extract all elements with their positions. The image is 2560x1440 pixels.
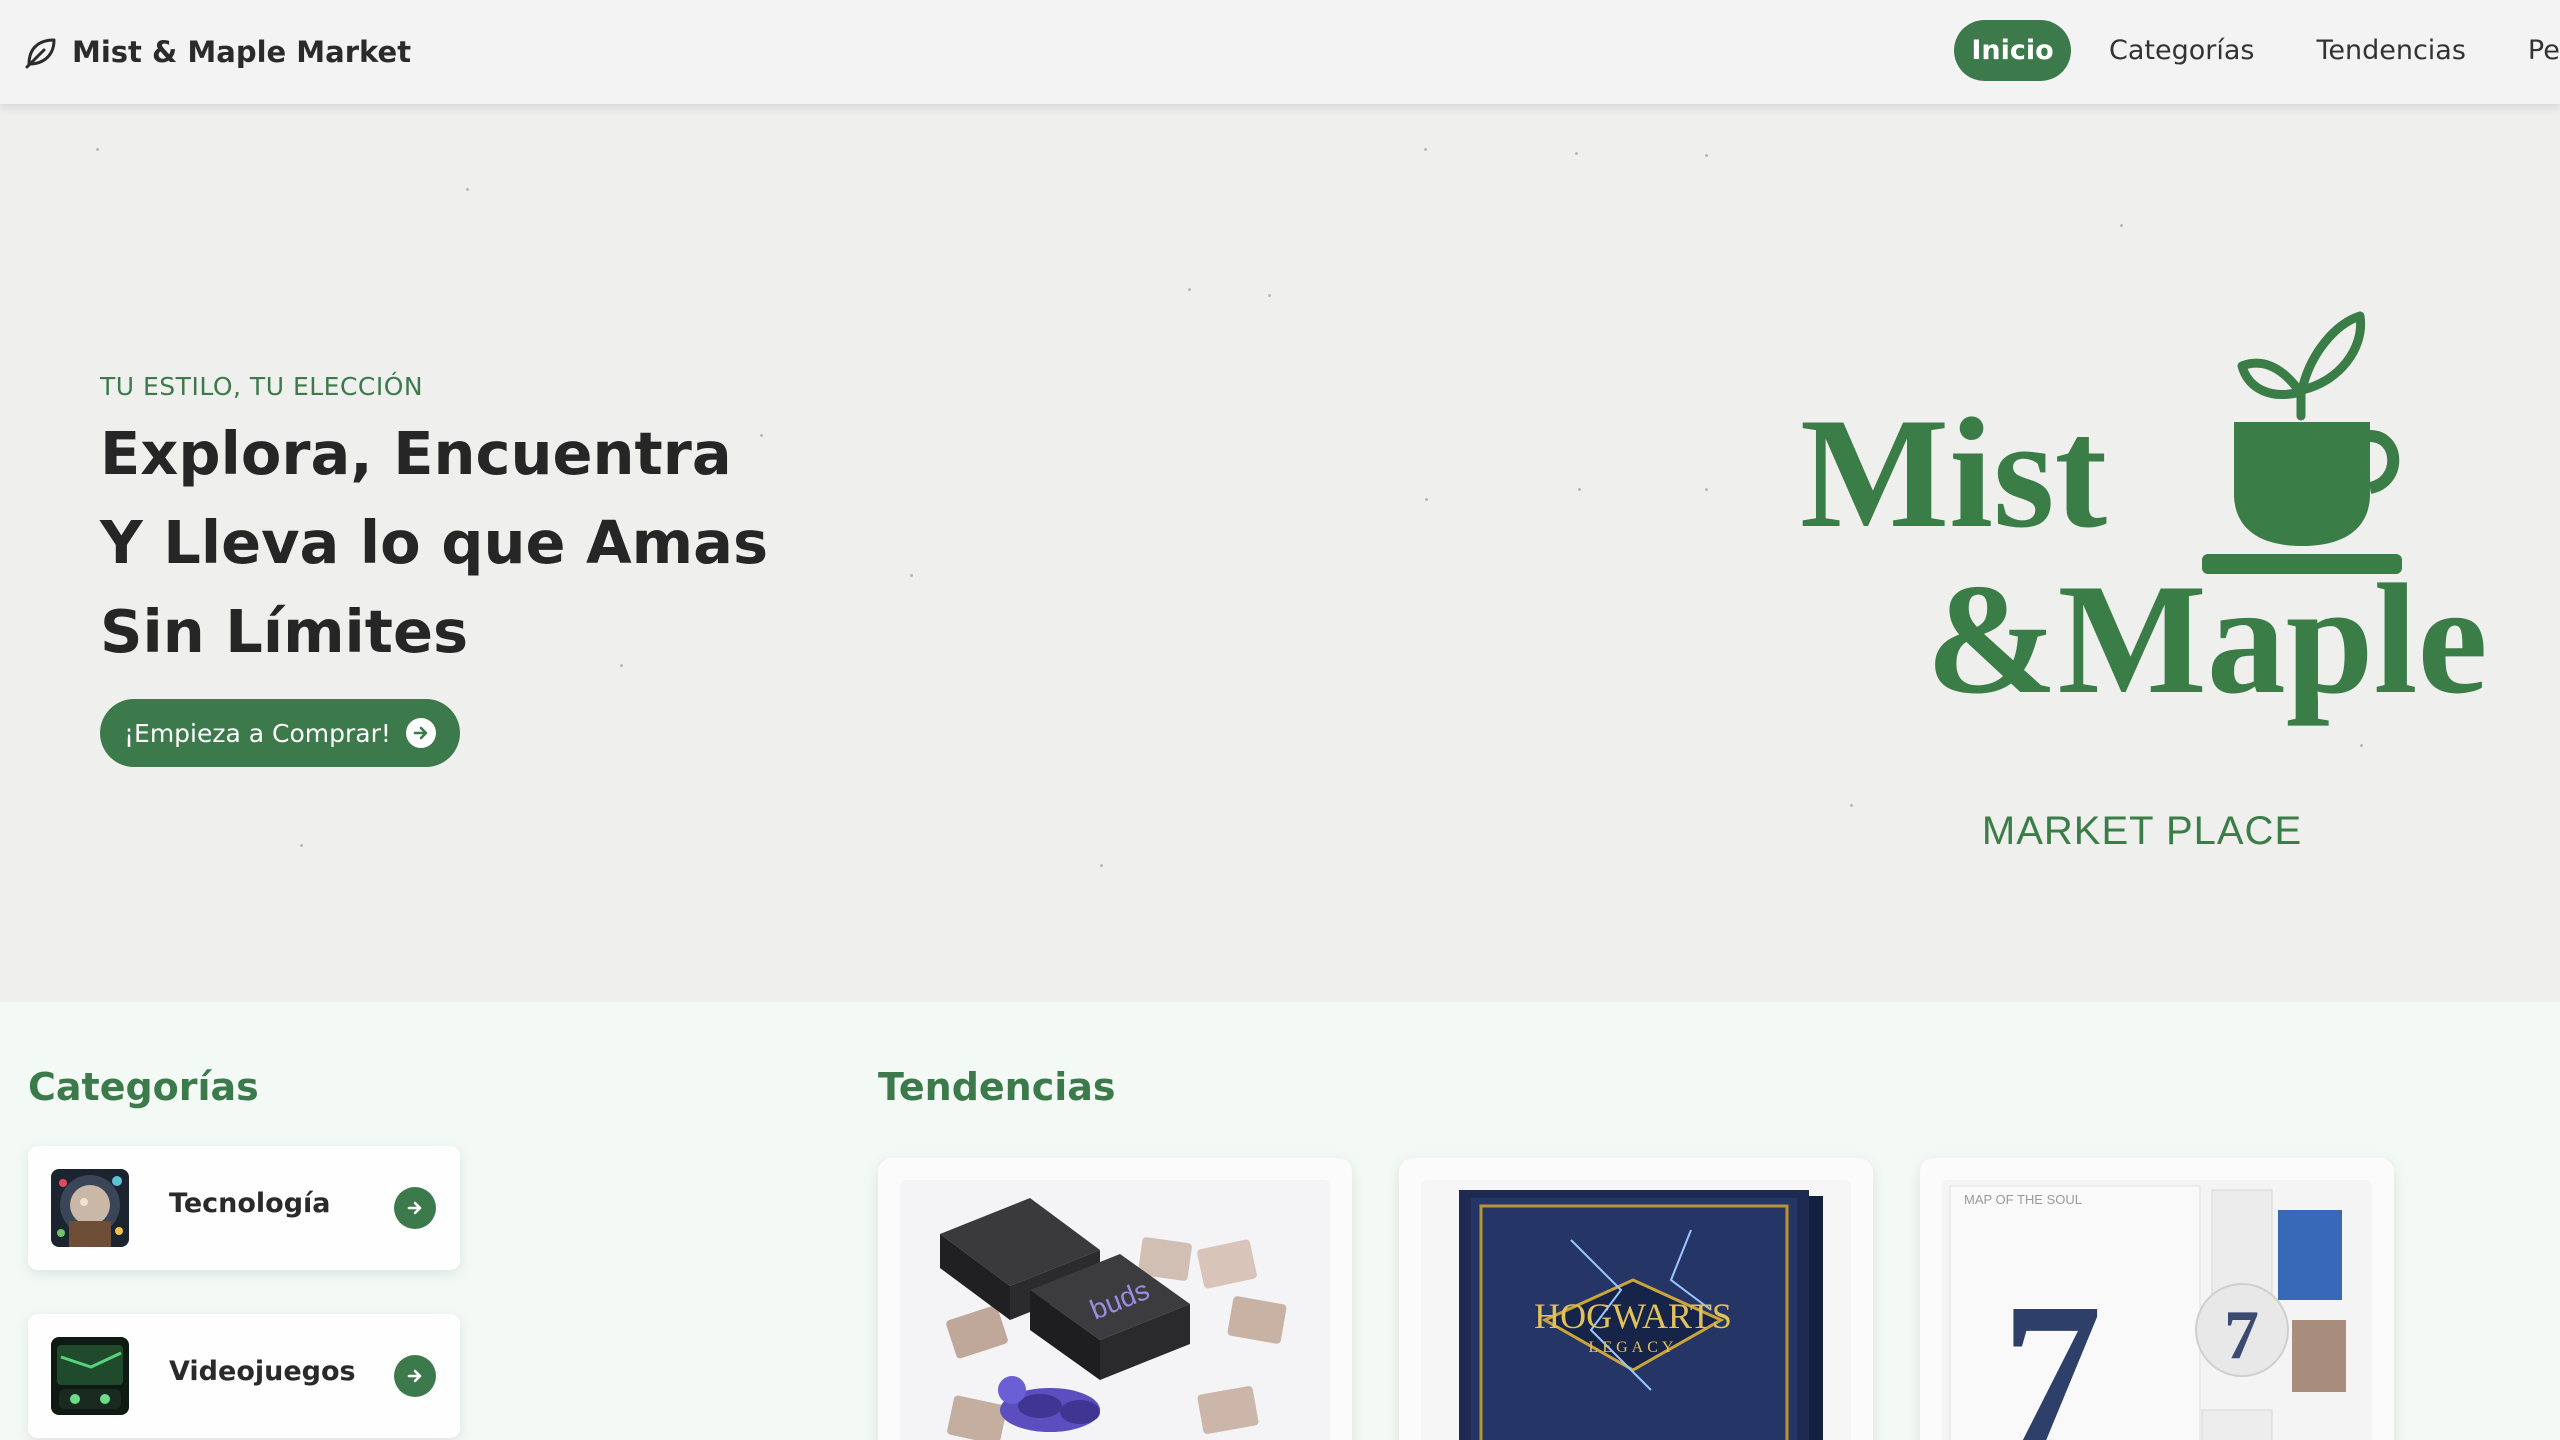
teacup-with-leaves-icon	[2237, 311, 2366, 421]
start-shopping-button[interactable]: ¡Empieza a Comprar!	[100, 699, 460, 767]
trend-card-hogwarts[interactable]: HOGWARTS LEGACY	[1399, 1158, 1873, 1440]
hero-banner: TU ESTILO, TU ELECCIÓN Explora, Encuentr…	[0, 104, 2560, 1002]
trend-card-buds[interactable]: buds	[878, 1158, 1352, 1440]
trend-card-map-of-the-soul[interactable]: MAP OF THE SOUL 7 7	[1920, 1158, 2394, 1440]
brand[interactable]: Mist & Maple Market	[24, 30, 411, 74]
teacup-body	[2234, 422, 2370, 546]
arrow-right-icon[interactable]	[394, 1355, 436, 1397]
nav-tendencias[interactable]: Tendencias	[2292, 20, 2489, 81]
top-navbar: Mist & Maple Market Inicio Categorías Te…	[0, 0, 2560, 104]
categories-title: Categorías	[28, 1065, 259, 1109]
trends-title: Tendencias	[878, 1065, 1116, 1109]
main-nav: Inicio Categorías Tendencias Per	[1954, 20, 2560, 81]
leaf-icon	[24, 35, 58, 69]
arrow-right-circle-icon	[406, 718, 436, 748]
product-image: MAP OF THE SOUL 7 7	[1942, 1180, 2372, 1440]
hero-eyebrow: TU ESTILO, TU ELECCIÓN	[100, 372, 424, 401]
disc-number: 7	[2224, 1297, 2259, 1374]
album-number: 7	[2002, 1263, 2102, 1440]
category-card-videojuegos[interactable]: Videojuegos	[28, 1314, 460, 1438]
nav-perfil-truncated[interactable]: Per	[2504, 20, 2560, 81]
hogwarts-title: HOGWARTS	[1534, 1296, 1732, 1336]
nav-inicio[interactable]: Inicio	[1954, 20, 2071, 81]
product-image: HOGWARTS LEGACY	[1421, 1180, 1851, 1440]
album-caption: MAP OF THE SOUL	[1964, 1192, 2082, 1207]
category-label: Tecnología	[169, 1188, 331, 1219]
category-thumbnail	[51, 1337, 129, 1415]
headline-line-3: Sin Límites	[100, 597, 469, 666]
headline-line-1: Explora, Encuentra	[100, 419, 732, 488]
category-thumbnail	[51, 1169, 129, 1247]
hero-headline: Explora, Encuentra Y Lleva lo que Amas S…	[100, 409, 800, 676]
logo-word-mist: Mist	[1800, 386, 2107, 561]
logo-word-maple: &Maple	[1926, 552, 2488, 727]
arrow-right-icon[interactable]	[394, 1187, 436, 1229]
category-label: Videojuegos	[169, 1356, 356, 1387]
hogwarts-subtitle: LEGACY	[1589, 1339, 1678, 1356]
brand-name: Mist & Maple Market	[72, 35, 412, 69]
nav-categorias[interactable]: Categorías	[2085, 20, 2278, 81]
cta-label: ¡Empieza a Comprar!	[124, 718, 391, 748]
hero-logo: Mist &Maple MARKET PLACE	[1790, 304, 2520, 864]
category-card-tecnologia[interactable]: Tecnología	[28, 1146, 460, 1270]
headline-line-2: Y Lleva lo que Amas	[100, 508, 769, 577]
product-image: buds	[900, 1180, 1330, 1440]
logo-subtitle: MARKET PLACE	[1982, 809, 2302, 853]
